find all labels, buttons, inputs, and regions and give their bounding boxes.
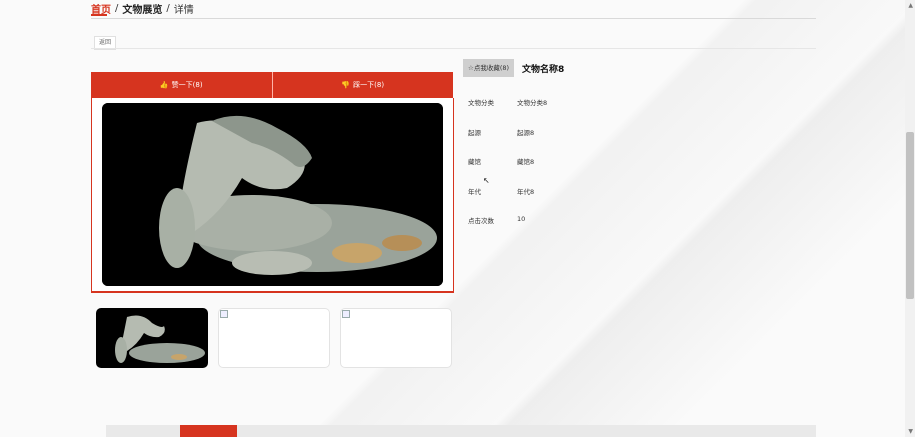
- thumbnail-3[interactable]: [340, 308, 452, 368]
- detail-page: 首页 / 文物展览 / 详情 返回 👍 赞一下(8) 👎 踩一下(8) ☆点我收…: [0, 0, 905, 437]
- divider: [91, 48, 816, 49]
- like-label: 赞一下(8): [171, 81, 203, 89]
- info-list: 文物分类 文物分类8 起源 起源8 藏馆 藏馆8 年代 年代8 点击次数 10: [468, 97, 547, 245]
- scroll-down-icon[interactable]: ▼: [908, 428, 913, 435]
- info-value: 年代8: [517, 187, 535, 196]
- info-value: 起源8: [517, 128, 535, 137]
- vote-bar: 👍 赞一下(8) 👎 踩一下(8): [91, 72, 453, 98]
- thumbnail-1[interactable]: [96, 308, 208, 368]
- scroll-up-icon[interactable]: ▲: [908, 2, 913, 9]
- thumbnail-strip: [96, 308, 452, 368]
- scrollbar-thumb[interactable]: [906, 132, 914, 299]
- breadcrumb-active-underline: [91, 14, 107, 16]
- info-row: 文物分类 文物分类8: [468, 97, 547, 127]
- item-title: 文物名称8: [522, 65, 565, 75]
- info-label: 文物分类: [468, 99, 494, 107]
- breadcrumb-separator: /: [166, 3, 170, 14]
- scrollbar[interactable]: ▲ ▼: [905, 0, 915, 437]
- mouse-cursor-icon: ↖: [483, 176, 490, 185]
- broken-image-icon: [342, 310, 350, 318]
- info-row: 起源 起源8: [468, 127, 547, 157]
- info-value: 藏馆8: [517, 158, 535, 166]
- info-label: 点击次数: [468, 217, 494, 225]
- favorite-button[interactable]: ☆点我收藏(8): [463, 59, 515, 77]
- breadcrumb-exhibition[interactable]: 文物展览: [122, 1, 162, 16]
- info-label: 藏馆: [468, 158, 481, 166]
- main-artifact-image: [102, 103, 443, 286]
- breadcrumb-separator: /: [115, 3, 119, 14]
- broken-image-icon: [220, 310, 228, 318]
- dislike-label: 踩一下(8): [353, 81, 385, 89]
- info-value: 10: [517, 215, 526, 223]
- thumbs-up-icon: 👍: [159, 81, 169, 89]
- divider: [91, 18, 816, 19]
- info-value: 文物分类8: [517, 99, 548, 107]
- info-row: 年代 年代8: [468, 186, 547, 216]
- info-row: 点击次数 10: [468, 215, 547, 245]
- main-image-frame: [91, 98, 454, 293]
- breadcrumb-detail: 详情: [173, 5, 194, 16]
- info-row: 藏馆 藏馆8: [468, 156, 547, 186]
- info-label: 起源: [468, 128, 481, 137]
- dislike-button[interactable]: 👎 踩一下(8): [272, 72, 453, 98]
- like-button[interactable]: 👍 赞一下(8): [91, 72, 273, 98]
- info-label: 年代: [468, 187, 481, 196]
- thumbs-down-icon: 👎: [341, 81, 351, 89]
- thumbnail-2[interactable]: [218, 308, 330, 368]
- tab-active[interactable]: [180, 425, 237, 437]
